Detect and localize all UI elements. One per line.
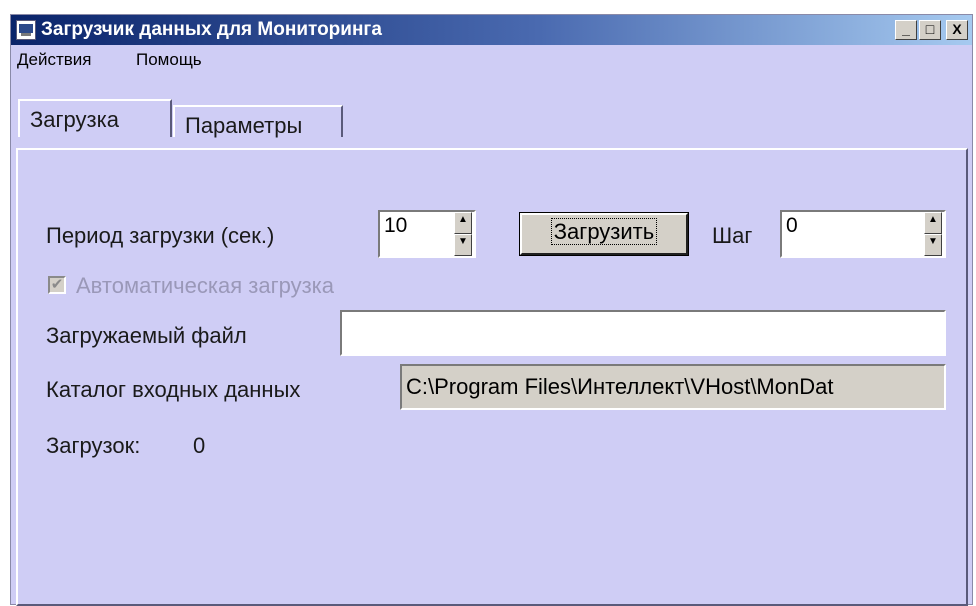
close-button[interactable]: X xyxy=(946,20,968,40)
step-label: Шаг xyxy=(712,223,753,248)
count-label: Загрузок: xyxy=(46,433,141,458)
step-spinner[interactable]: ▲ ▼ xyxy=(924,212,942,256)
step-input[interactable]: 0 xyxy=(780,210,946,258)
app-icon xyxy=(16,20,36,40)
auto-load-label: Автоматическая загрузка xyxy=(76,273,335,298)
app-window: Загрузчик данных для Мониторинга _ □ X Д… xyxy=(10,14,973,606)
file-label: Загружаемый файл xyxy=(46,323,247,348)
dir-input[interactable]: C:\Program Files\Интеллект\VHost\MonDat xyxy=(400,364,946,410)
spin-down-icon[interactable]: ▼ xyxy=(924,234,942,256)
file-input[interactable] xyxy=(340,310,946,356)
menu-help[interactable]: Помощь xyxy=(136,50,202,70)
count-value: 0 xyxy=(193,433,206,458)
load-button[interactable]: Загрузить xyxy=(519,212,689,256)
spin-up-icon[interactable]: ▲ xyxy=(454,212,472,234)
period-label: Период загрузки (сек.) xyxy=(46,223,275,248)
spin-down-icon[interactable]: ▼ xyxy=(454,234,472,256)
period-spinner[interactable]: ▲ ▼ xyxy=(454,212,472,256)
minimize-button[interactable]: _ xyxy=(895,20,917,40)
dir-label: Каталог входных данных xyxy=(46,377,301,402)
title-bar[interactable]: Загрузчик данных для Мониторинга _ □ X xyxy=(11,15,972,45)
window-title: Загрузчик данных для Мониторинга xyxy=(41,19,382,40)
spin-up-icon[interactable]: ▲ xyxy=(924,212,942,234)
tab-load[interactable]: Загрузка xyxy=(18,99,172,137)
maximize-button[interactable]: □ xyxy=(919,20,941,40)
menu-actions[interactable]: Действия xyxy=(17,50,91,70)
auto-load-checkbox[interactable]: ✔ xyxy=(48,276,66,294)
menu-bar: Действия Помощь xyxy=(11,45,972,75)
load-button-label: Загрузить xyxy=(550,218,658,245)
tab-panel-load: Период загрузки (сек.) 10 ▲ ▼ Загрузить … xyxy=(16,148,968,606)
tab-parameters[interactable]: Параметры xyxy=(173,105,343,138)
